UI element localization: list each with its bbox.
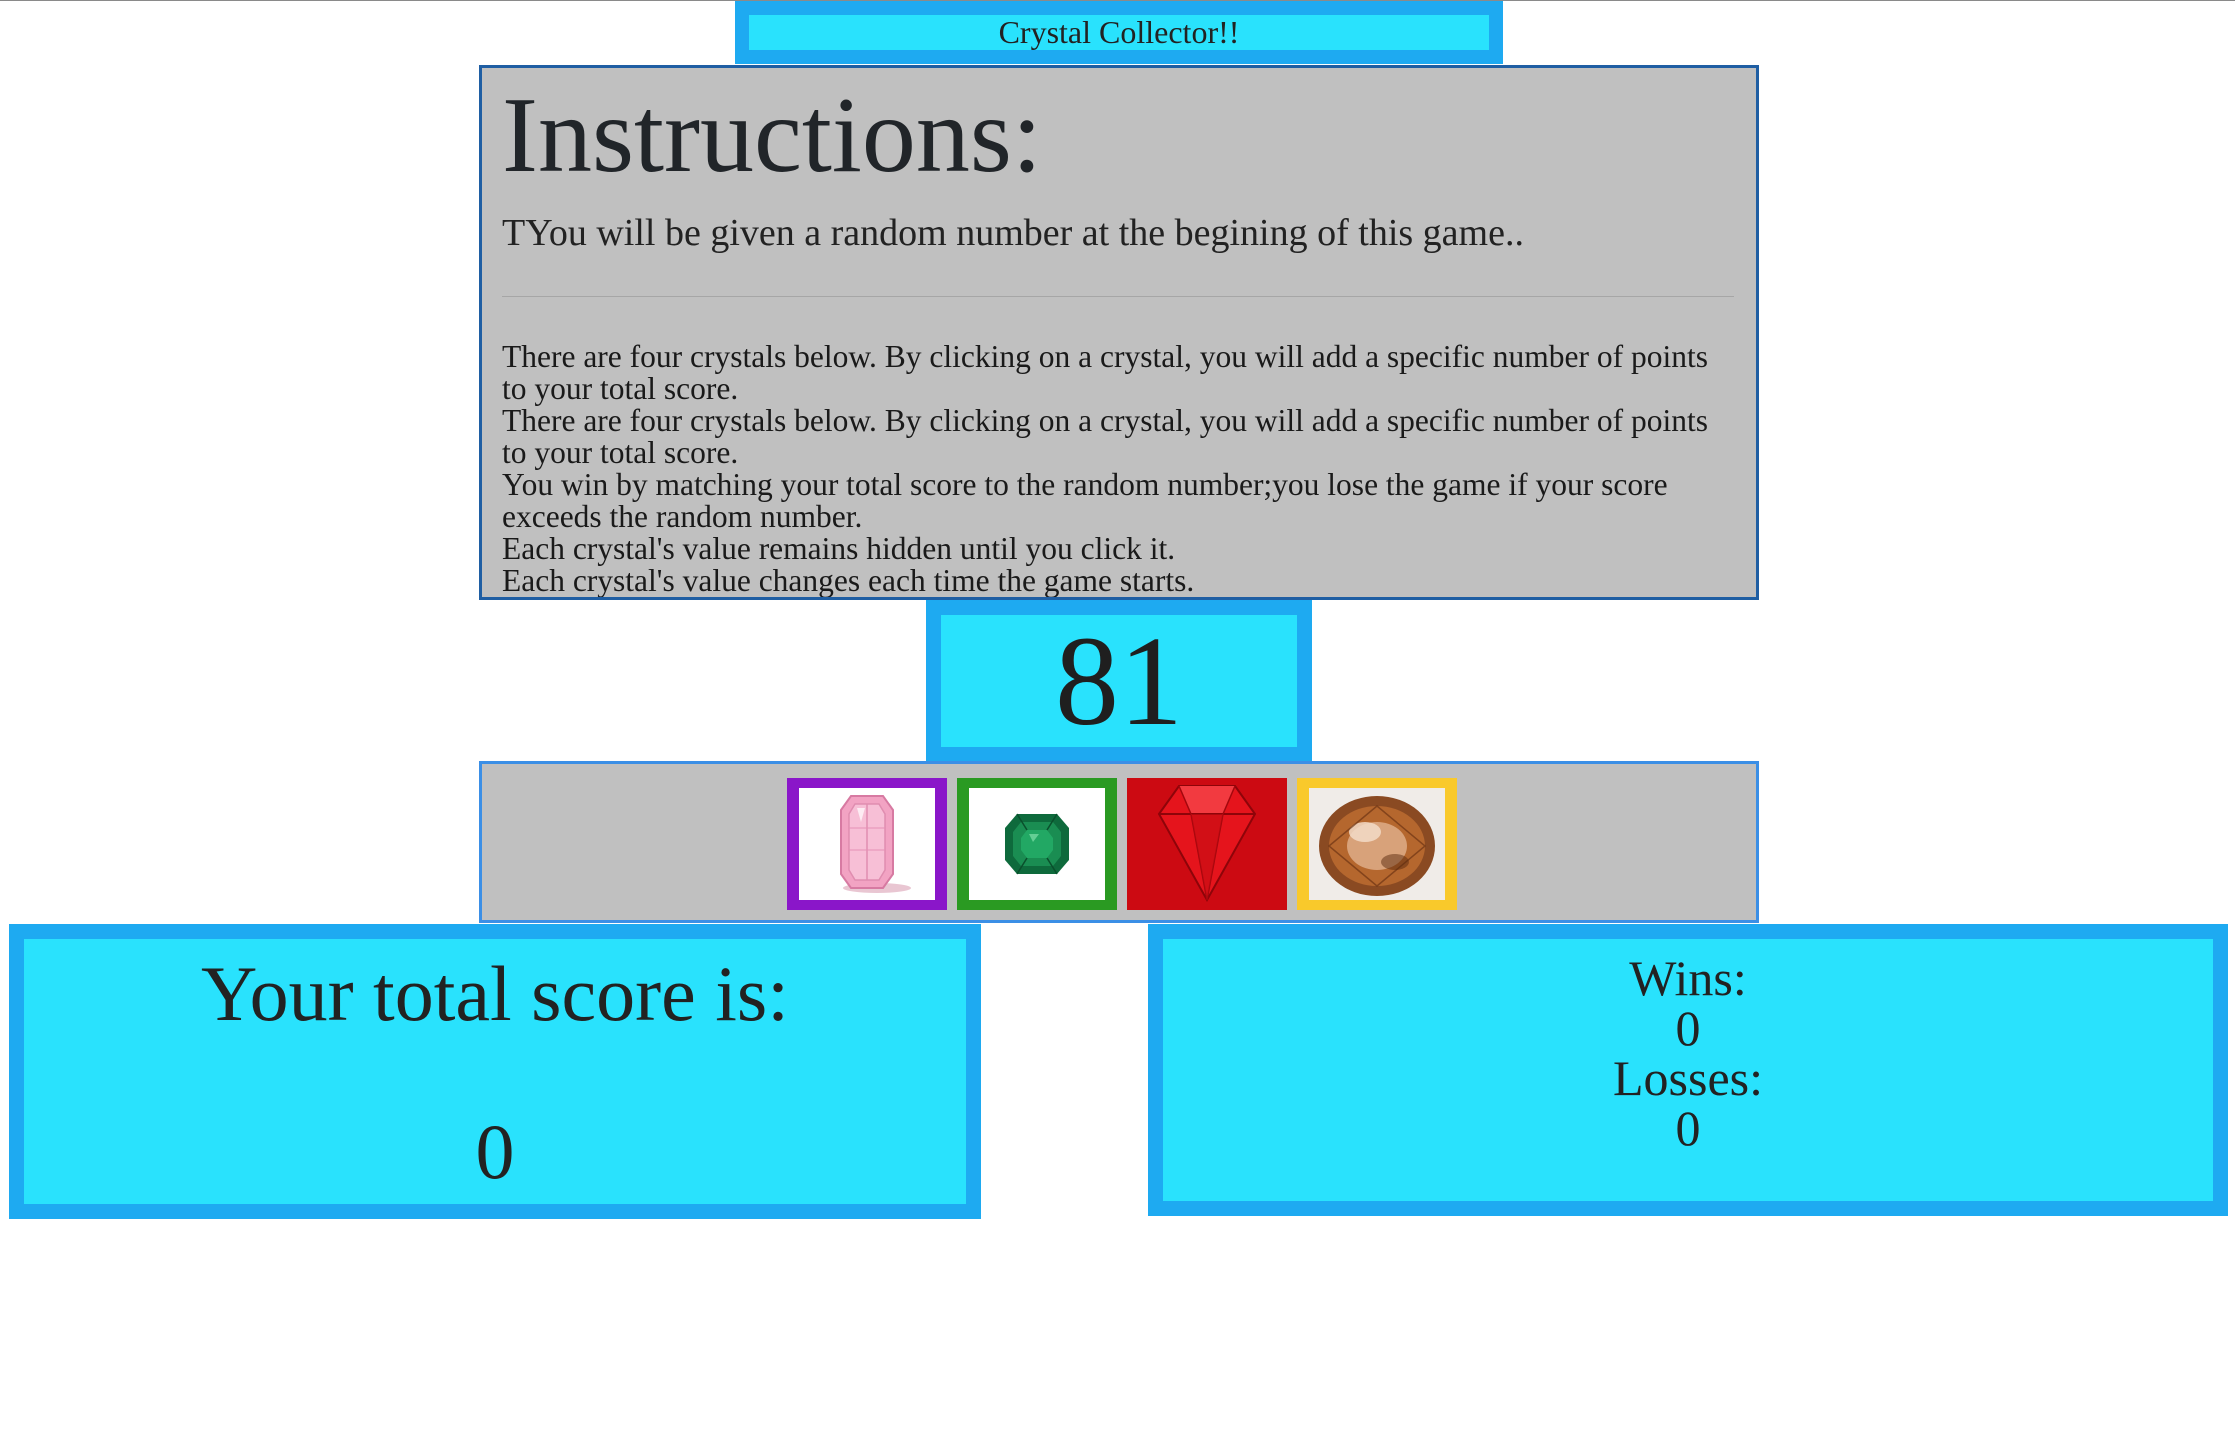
crystal-panel <box>479 761 1759 923</box>
instructions-body: There are four crystals below. By clicki… <box>502 341 1736 597</box>
title-banner: Crystal Collector!! <box>735 1 1503 64</box>
game-title: Crystal Collector!! <box>749 14 1489 50</box>
total-score-panel: Your total score is: 0 <box>24 939 966 1204</box>
instruction-line: Each crystal's value remains hidden unti… <box>502 531 1176 566</box>
target-number: 81 <box>941 615 1297 747</box>
instruction-line: There are four crystals below. By clicki… <box>502 339 1708 406</box>
crystal-button-green[interactable] <box>957 778 1117 910</box>
total-score-label: Your total score is: <box>201 950 789 1037</box>
wins-label: Wins: <box>1629 950 1747 1006</box>
instructions-panel: Instructions: TYou will be given a rando… <box>479 65 1759 600</box>
crystal-button-red[interactable] <box>1127 778 1287 910</box>
pink-diamond-icon <box>799 788 935 900</box>
total-score-box: Your total score is: 0 <box>9 924 981 1219</box>
instructions-heading: Instructions: <box>502 76 1042 195</box>
instruction-line: Each crystal's value changes each time t… <box>502 563 1195 598</box>
target-number-box: 81 <box>926 600 1312 762</box>
losses-label: Losses: <box>1613 1050 1763 1106</box>
emerald-icon <box>969 788 1105 900</box>
instructions-lead: TYou will be given a random number at th… <box>502 212 1524 254</box>
losses-value: 0 <box>1675 1100 1701 1156</box>
total-score-value: 0 <box>475 1108 515 1195</box>
ruby-icon <box>1127 778 1287 910</box>
instruction-line: There are four crystals below. By clicki… <box>502 403 1708 470</box>
crystal-button-yellow[interactable] <box>1297 778 1457 910</box>
instruction-line: You win by matching your total score to … <box>502 467 1668 534</box>
wins-value: 0 <box>1675 1000 1701 1056</box>
topaz-icon <box>1309 788 1445 900</box>
crystal-button-pink[interactable] <box>787 778 947 910</box>
win-loss-panel: Wins: 0 Losses: 0 <box>1163 939 2213 1201</box>
instructions-divider <box>502 296 1734 297</box>
win-loss-box: Wins: 0 Losses: 0 <box>1148 924 2228 1216</box>
